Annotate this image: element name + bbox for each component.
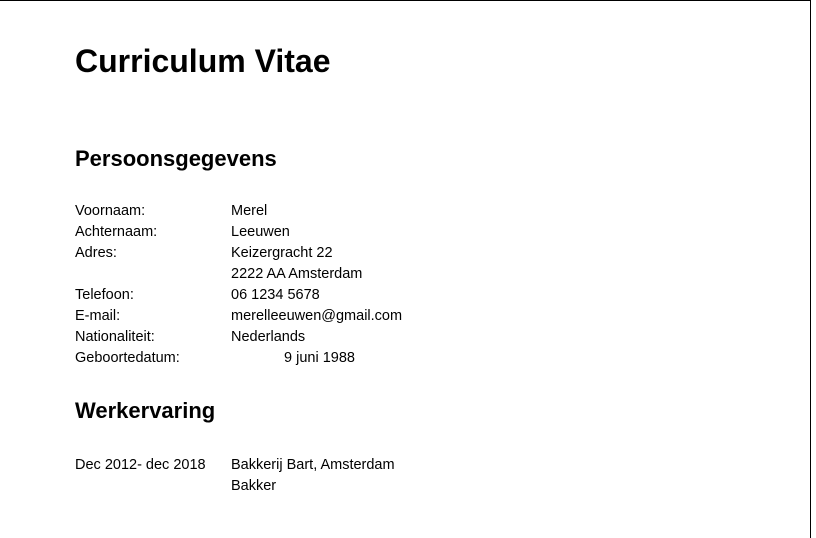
section-heading-personal: Persoonsgegevens (75, 146, 277, 171)
detail-label: Nationaliteit: (75, 329, 155, 345)
work-experience: Dec 2012- dec 2018 Bakkerij Bart, Amster… (75, 455, 395, 497)
detail-value: merelleeuwen@gmail.com (231, 308, 403, 324)
detail-value: Merel (231, 203, 268, 219)
detail-value: 06 1234 5678 (231, 287, 320, 303)
page-title: Curriculum Vitae (75, 43, 331, 79)
work-employer: Bakkerij Bart, Amsterdam (231, 457, 395, 473)
personal-details: Voornaam: Merel Achternaam: Leeuwen Adre… (75, 201, 402, 369)
detail-label: Voornaam: (75, 203, 146, 219)
detail-value-address-line2: 2222 AA Amsterdam (231, 266, 363, 282)
work-period-empty (75, 476, 231, 497)
detail-label: Geboortedatum: (75, 350, 180, 366)
detail-label: Telefoon: (75, 287, 134, 303)
work-role: Bakker (231, 478, 277, 494)
detail-row-nationality: Nationaliteit: Nederlands (75, 327, 402, 348)
work-period: Dec 2012- dec 2018 (75, 457, 206, 473)
detail-label: E-mail: (75, 308, 121, 324)
detail-label: Achternaam: (75, 224, 158, 240)
detail-row-first-name: Voornaam: Merel (75, 201, 402, 222)
detail-row-address-continued: 2222 AA Amsterdam (75, 264, 402, 285)
detail-row-email: E-mail: merelleeuwen@gmail.com (75, 306, 402, 327)
detail-value-address-line1: Keizergracht 22 (231, 245, 333, 261)
detail-label: Adres: (75, 245, 117, 261)
detail-row-birthdate: Geboortedatum: 9 juni 1988 (75, 348, 402, 369)
detail-label-empty (75, 264, 231, 285)
detail-row-address: Adres: Keizergracht 22 (75, 243, 402, 264)
detail-value: 9 juni 1988 (284, 350, 355, 366)
detail-value: Nederlands (231, 329, 306, 345)
section-heading-work: Werkervaring (75, 398, 216, 423)
work-entry: Dec 2012- dec 2018 Bakkerij Bart, Amster… (75, 455, 395, 476)
detail-value: Leeuwen (231, 224, 290, 240)
work-entry-continued: Bakker (75, 476, 395, 497)
detail-row-phone: Telefoon: 06 1234 5678 (75, 285, 402, 306)
detail-row-last-name: Achternaam: Leeuwen (75, 222, 402, 243)
document-page: Curriculum Vitae Persoonsgegevens Voorna… (0, 0, 811, 538)
